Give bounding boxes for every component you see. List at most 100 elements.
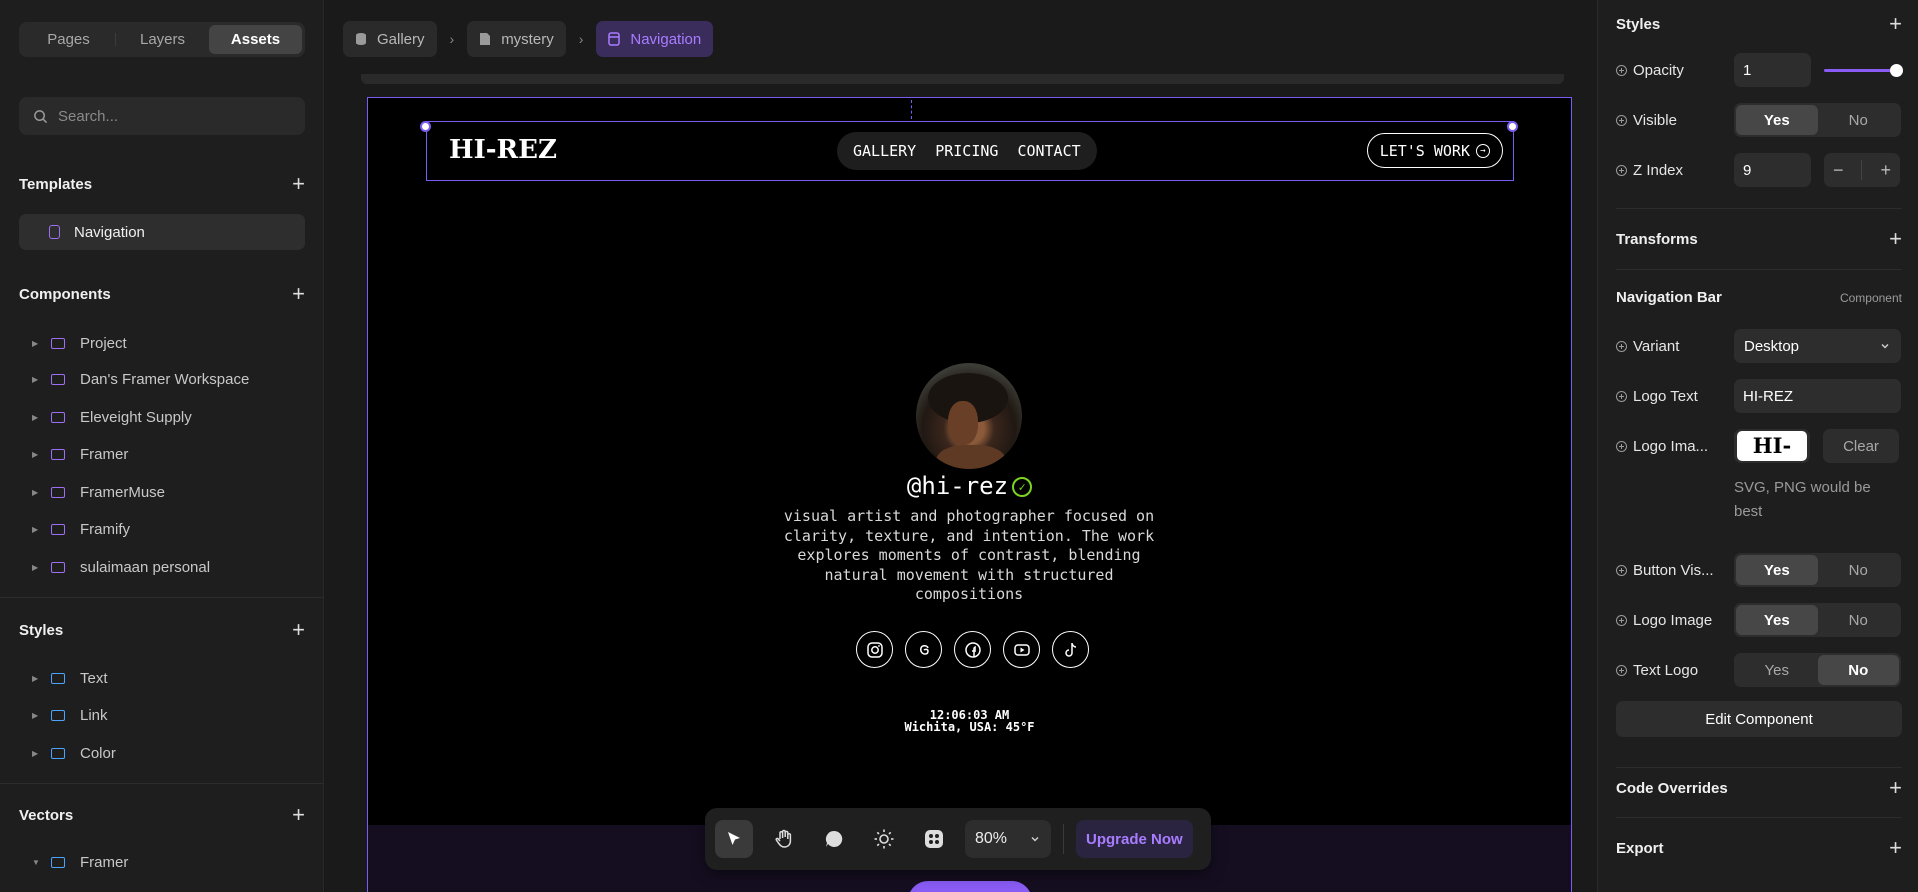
style-folder[interactable]: ▶ Color — [19, 738, 305, 768]
vector-folder[interactable]: ▼ Framer — [19, 847, 305, 877]
component-icon — [608, 32, 621, 46]
stepper-divider — [1861, 160, 1863, 180]
comment-icon — [825, 830, 843, 847]
instagram-icon[interactable] — [856, 631, 893, 668]
tiktok-icon[interactable] — [1052, 631, 1089, 668]
text-logo-no[interactable]: No — [1817, 655, 1899, 685]
plugins-tool[interactable] — [915, 820, 953, 858]
caret-right-icon[interactable]: ▶ — [32, 749, 40, 758]
canvas[interactable]: Gallery › mystery › Navigation HI-REZ GA… — [325, 0, 1597, 892]
add-style-property-icon[interactable]: + — [1889, 13, 1902, 35]
nav-link-gallery[interactable]: GALLERY — [853, 142, 916, 160]
caret-right-icon[interactable]: ▶ — [32, 375, 40, 384]
variable-icon[interactable] — [1616, 64, 1627, 76]
tab-pages[interactable]: Pages — [22, 25, 115, 54]
breadcrumb-gallery[interactable]: Gallery — [343, 21, 437, 57]
section-divider — [1616, 208, 1902, 209]
button-visible-no[interactable]: No — [1818, 555, 1900, 585]
logo-image-picker[interactable]: HI-REZ — [1734, 429, 1810, 463]
tab-assets[interactable]: Assets — [209, 25, 302, 54]
breadcrumb-mystery[interactable]: mystery — [467, 21, 566, 57]
component-folder[interactable]: ▶ Framify — [19, 514, 305, 544]
hand-tool[interactable] — [765, 820, 803, 858]
minus-icon[interactable]: − — [1833, 160, 1844, 181]
variable-icon[interactable] — [1616, 664, 1627, 676]
nav-link-contact[interactable]: CONTACT — [1017, 142, 1080, 160]
component-folder[interactable]: ▶ Framer — [19, 439, 305, 469]
footer-button[interactable] — [908, 881, 1032, 892]
style-folder[interactable]: ▶ Text — [19, 663, 305, 693]
variable-icon[interactable] — [1616, 390, 1627, 402]
opacity-input[interactable]: 1 — [1734, 53, 1811, 87]
style-folder[interactable]: ▶ Link — [19, 700, 305, 730]
slider-knob[interactable] — [1890, 64, 1903, 77]
caret-right-icon[interactable]: ▶ — [32, 413, 40, 422]
add-export-icon[interactable]: + — [1889, 837, 1902, 859]
visible-yes[interactable]: Yes — [1736, 105, 1818, 135]
variable-icon[interactable] — [1616, 340, 1627, 352]
facebook-icon[interactable] — [954, 631, 991, 668]
text-logo-yes[interactable]: Yes — [1736, 655, 1818, 685]
add-code-override-icon[interactable]: + — [1889, 777, 1902, 799]
edit-component-button[interactable]: Edit Component — [1616, 701, 1902, 737]
logo-text-input[interactable]: HI-REZ — [1734, 379, 1901, 413]
visible-no[interactable]: No — [1818, 105, 1900, 135]
variable-icon[interactable] — [1616, 614, 1627, 626]
cta-button[interactable]: LET'S WORK → — [1366, 133, 1503, 168]
component-folder[interactable]: ▶ Eleveight Supply — [19, 402, 305, 432]
caret-right-icon[interactable]: ▶ — [32, 339, 40, 348]
threads-icon[interactable] — [905, 631, 942, 668]
clear-button[interactable]: Clear — [1823, 429, 1899, 463]
caret-right-icon[interactable]: ▶ — [32, 450, 40, 459]
logo-image-toggle-label: Logo Image — [1616, 612, 1734, 629]
youtube-icon[interactable] — [1003, 631, 1040, 668]
select-tool[interactable] — [715, 820, 753, 858]
comment-tool[interactable] — [815, 820, 853, 858]
zindex-input[interactable]: 9 — [1734, 153, 1811, 187]
variable-icon[interactable] — [1616, 440, 1627, 452]
add-vector-icon[interactable]: + — [292, 804, 305, 826]
component-folder[interactable]: ▶ Project — [19, 328, 305, 358]
component-folder[interactable]: ▶ Dan's Framer Workspace — [19, 364, 305, 394]
navigation-bar[interactable]: HI-REZ GALLERY PRICING CONTACT LET'S WOR… — [426, 121, 1514, 181]
add-template-icon[interactable]: + — [292, 173, 305, 195]
caret-right-icon[interactable]: ▶ — [32, 674, 40, 683]
caret-right-icon[interactable]: ▶ — [32, 488, 40, 497]
opacity-slider[interactable] — [1824, 53, 1903, 87]
caret-down-icon[interactable]: ▼ — [32, 858, 40, 867]
variable-icon[interactable] — [1616, 164, 1627, 176]
zoom-select[interactable]: 80% — [965, 820, 1051, 858]
nav-link-pricing[interactable]: PRICING — [935, 142, 998, 160]
add-transform-icon[interactable]: + — [1889, 228, 1902, 250]
theme-toggle[interactable] — [865, 820, 903, 858]
plus-icon[interactable]: + — [1880, 160, 1891, 181]
caret-right-icon[interactable]: ▶ — [32, 563, 40, 572]
component-folder[interactable]: ▶ FramerMuse — [19, 477, 305, 507]
variant-select[interactable]: Desktop — [1734, 329, 1901, 363]
tab-layers[interactable]: Layers — [116, 25, 209, 54]
button-visible-yes[interactable]: Yes — [1736, 555, 1818, 585]
add-component-icon[interactable]: + — [292, 283, 305, 305]
add-style-icon[interactable]: + — [292, 619, 305, 641]
variable-icon[interactable] — [1616, 114, 1627, 126]
frame-edge — [361, 74, 1564, 84]
component-tag: Component — [1839, 290, 1902, 305]
site-frame[interactable]: HI-REZ GALLERY PRICING CONTACT LET'S WOR… — [367, 97, 1572, 892]
logo-image-no[interactable]: No — [1818, 605, 1900, 635]
caret-right-icon[interactable]: ▶ — [32, 711, 40, 720]
logo-image-toggle-row: Logo Image Yes No — [1616, 602, 1902, 638]
logo-image-yes[interactable]: Yes — [1736, 605, 1818, 635]
caret-right-icon[interactable]: ▶ — [32, 525, 40, 534]
export-title: Export — [1616, 839, 1664, 857]
search-input[interactable]: Search... — [19, 97, 305, 135]
component-folder[interactable]: ▶ sulaimaan personal — [19, 552, 305, 582]
chevron-down-icon — [1031, 836, 1039, 842]
variable-icon[interactable] — [1616, 564, 1627, 576]
upgrade-button[interactable]: Upgrade Now — [1076, 820, 1193, 858]
template-item-navigation[interactable]: Navigation — [19, 214, 305, 250]
resize-handle-right[interactable] — [1507, 121, 1518, 132]
folder-label: Framer — [80, 853, 129, 871]
site-logo[interactable]: HI-REZ — [449, 135, 557, 165]
resize-handle-left[interactable] — [420, 121, 431, 132]
breadcrumb-navigation[interactable]: Navigation — [596, 21, 714, 57]
